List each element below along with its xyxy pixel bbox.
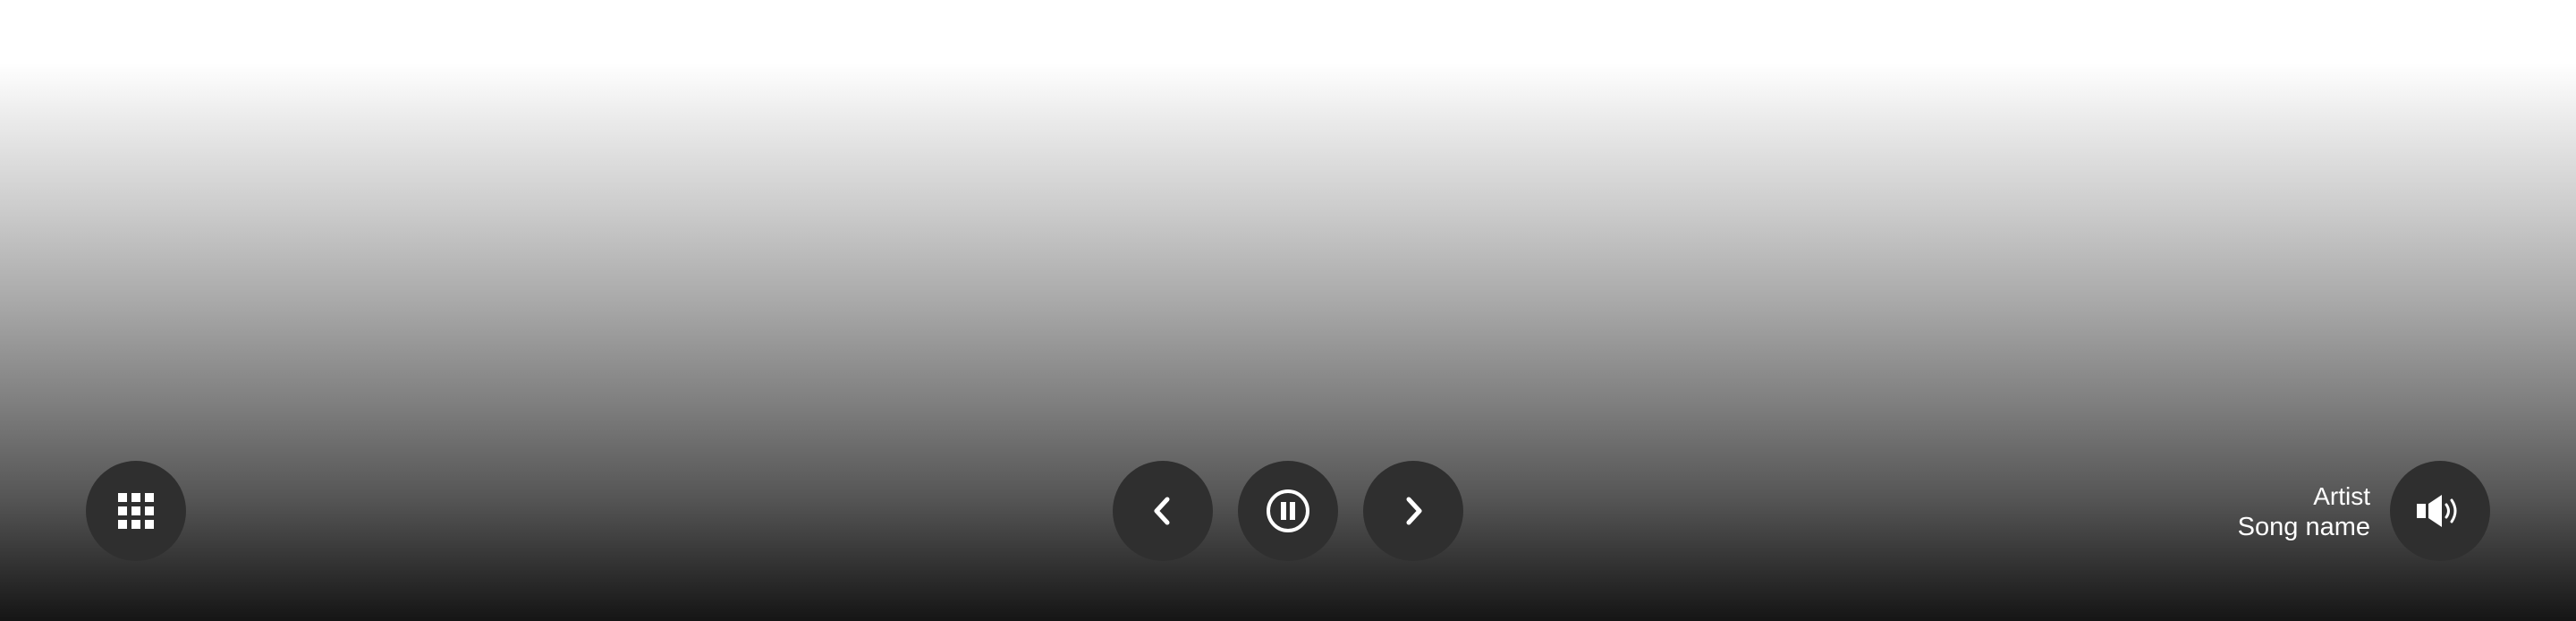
player-bar: Artist Song name	[0, 0, 2576, 621]
artist-name: Artist	[2313, 482, 2370, 510]
chevron-right-icon	[1402, 497, 1424, 525]
pause-circle-icon	[1266, 489, 1310, 533]
speaker-icon	[2417, 493, 2463, 529]
grid-icon	[118, 493, 154, 529]
now-playing-info: Artist Song name	[2238, 481, 2370, 542]
volume-button[interactable]	[2390, 461, 2490, 561]
song-name: Song name	[2237, 513, 2370, 541]
chevron-left-icon	[1152, 497, 1174, 525]
apps-button[interactable]	[86, 461, 186, 561]
pause-button[interactable]	[1238, 461, 1338, 561]
next-button[interactable]	[1363, 461, 1463, 561]
previous-button[interactable]	[1113, 461, 1213, 561]
